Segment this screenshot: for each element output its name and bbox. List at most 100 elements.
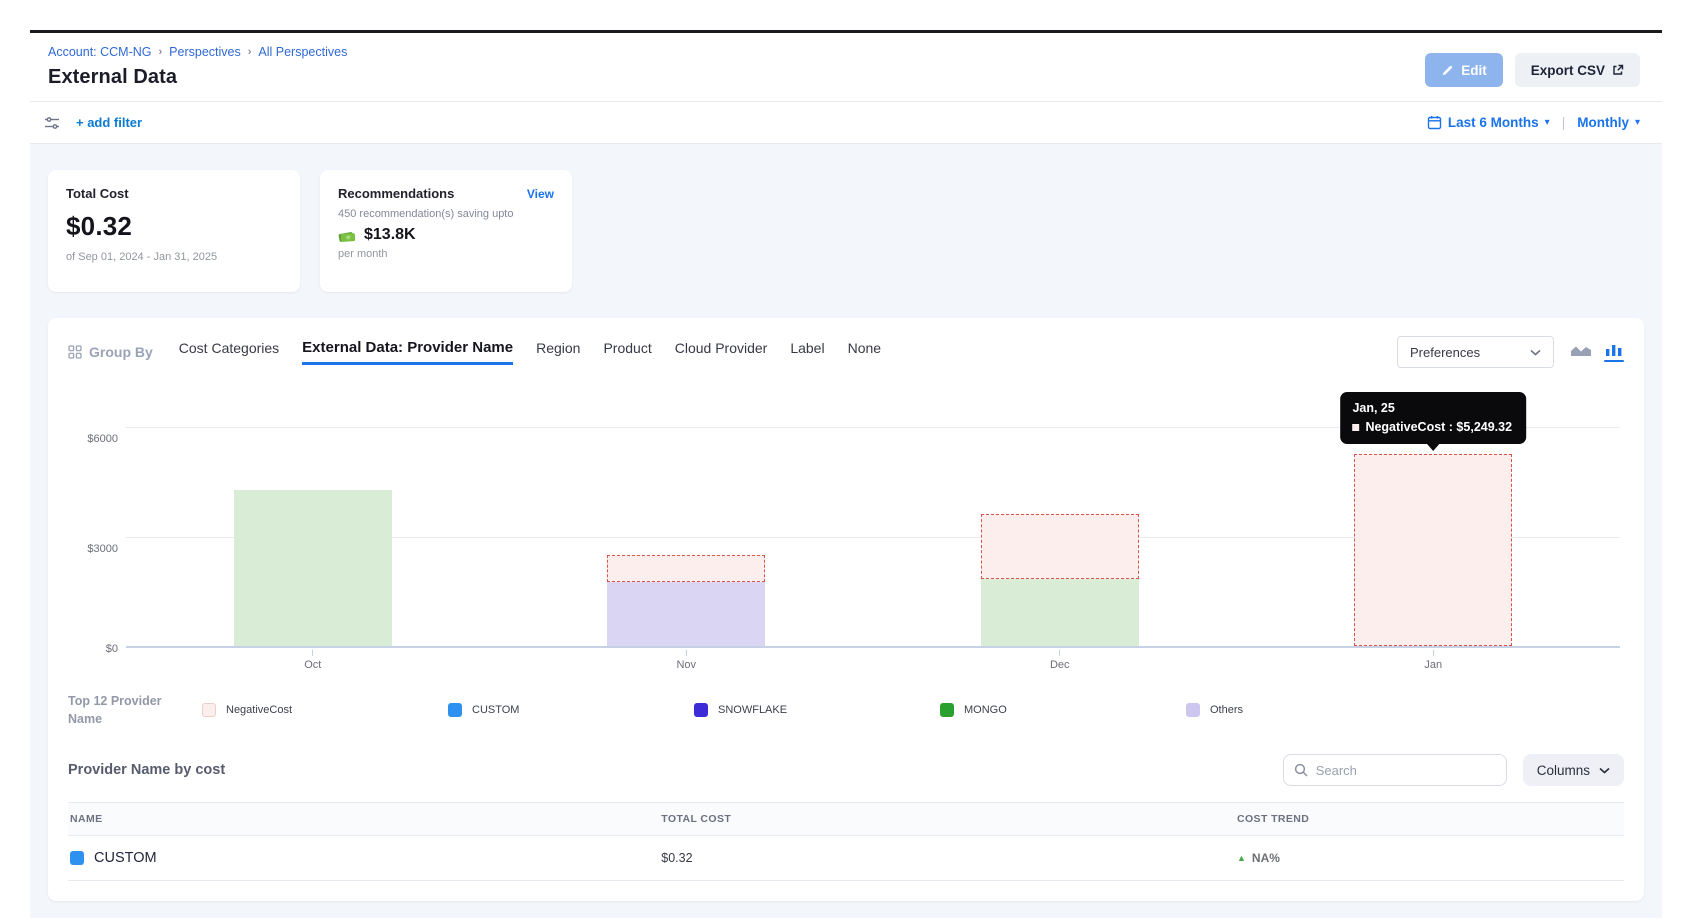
tab-region[interactable]: Region (536, 340, 580, 365)
money-icon (338, 228, 357, 243)
cost-chart: $6000 $3000 $0 Jan, 25 NegativeCost : $5… (68, 376, 1624, 678)
bar-nov-negativecost[interactable] (607, 555, 765, 582)
y-axis-label: $3000 (68, 543, 118, 555)
trend-up-icon: ▲ (1237, 853, 1246, 863)
separator: | (1562, 115, 1566, 130)
chart-x-labels: OctNovDecJan (126, 650, 1620, 678)
breadcrumb-account[interactable]: Account: CCM-NG (48, 45, 152, 59)
legend-swatch (448, 703, 462, 717)
preferences-dropdown[interactable]: Preferences (1397, 336, 1554, 368)
granularity-dropdown[interactable]: Monthly ▾ (1577, 115, 1640, 130)
total-cost-card: Total Cost $0.32 of Sep 01, 2024 - Jan 3… (48, 170, 300, 292)
x-axis-label-oct: Oct (126, 650, 500, 678)
groupby-tabs: Cost Categories External Data: Provider … (179, 339, 881, 365)
row-color-swatch (70, 851, 84, 865)
chevron-down-icon: ▾ (1545, 117, 1550, 128)
x-axis-label-nov: Nov (500, 650, 874, 678)
legend-swatch (1186, 703, 1200, 717)
external-link-icon (1612, 64, 1624, 76)
tab-cloud-provider[interactable]: Cloud Provider (675, 340, 768, 365)
bar-dec-negativecost[interactable] (981, 514, 1139, 579)
legend-item-others[interactable]: Others (1186, 703, 1432, 717)
column-chart-toggle-icon[interactable] (1604, 343, 1624, 362)
perspective-card: Group By Cost Categories External Data: … (48, 318, 1644, 901)
grid-icon (68, 345, 82, 359)
tooltip-series-marker (1352, 424, 1359, 431)
add-filter-button[interactable]: + add filter (76, 115, 142, 130)
chart-column-nov (500, 376, 874, 646)
recommendations-title: Recommendations (338, 186, 454, 201)
chevron-down-icon (1530, 349, 1541, 356)
recommendations-view-link[interactable]: View (527, 187, 554, 201)
area-chart-toggle-icon[interactable] (1570, 343, 1592, 362)
search-input[interactable] (1316, 763, 1496, 778)
page-title: External Data (48, 66, 347, 89)
total-cost-amount: $0.32 (66, 211, 282, 242)
filter-bar: + add filter Last 6 Months ▾ | Monthly ▾ (30, 101, 1662, 144)
groupby-row: Group By Cost Categories External Data: … (68, 336, 1624, 368)
tab-product[interactable]: Product (603, 340, 651, 365)
breadcrumb: Account: CCM-NG › Perspectives › All Per… (48, 45, 347, 59)
legend-swatch (940, 703, 954, 717)
content-area: Total Cost $0.32 of Sep 01, 2024 - Jan 3… (30, 144, 1662, 918)
legend-item-snowflake[interactable]: SNOWFLAKE (694, 703, 940, 717)
bar-jan-negativecost[interactable] (1354, 454, 1512, 646)
recommendations-subtitle: 450 recommendation(s) saving upto (338, 208, 554, 220)
tab-label[interactable]: Label (790, 340, 824, 365)
tab-cost-categories[interactable]: Cost Categories (179, 340, 279, 365)
bar-dec-mongo[interactable] (981, 579, 1139, 646)
provider-table-section: Provider Name by cost Columns (68, 754, 1624, 881)
y-axis-label: $0 (68, 643, 118, 655)
search-icon (1294, 763, 1308, 777)
filter-sliders-icon[interactable] (44, 116, 60, 130)
y-axis-label: $6000 (68, 433, 118, 445)
column-header-cost-trend[interactable]: COST TREND (1235, 803, 1624, 836)
legend-item-negativecost[interactable]: NegativeCost (202, 703, 448, 717)
breadcrumb-all-perspectives[interactable]: All Perspectives (258, 45, 347, 59)
edit-button[interactable]: Edit (1425, 53, 1503, 87)
tooltip-value: NegativeCost : $5,249.32 (1365, 420, 1512, 434)
export-csv-button[interactable]: Export CSV (1515, 53, 1640, 87)
bar-oct-mongo[interactable] (234, 490, 392, 646)
provider-table: NAME TOTAL COST COST TREND CUSTOM (68, 802, 1624, 881)
x-axis-label-jan: Jan (1247, 650, 1621, 678)
chart-tooltip: Jan, 25 NegativeCost : $5,249.32 (1340, 392, 1526, 444)
column-header-total-cost[interactable]: TOTAL COST (659, 803, 1235, 836)
row-cost-trend: NA% (1252, 851, 1280, 865)
table-row-custom[interactable]: CUSTOM $0.32 ▲ NA% (68, 836, 1624, 881)
row-total-cost: $0.32 (661, 851, 692, 865)
pencil-icon (1441, 64, 1454, 77)
legend-item-custom[interactable]: CUSTOM (448, 703, 694, 717)
total-cost-period: of Sep 01, 2024 - Jan 31, 2025 (66, 251, 282, 263)
app-window: Account: CCM-NG › Perspectives › All Per… (30, 30, 1662, 918)
column-header-name[interactable]: NAME (68, 803, 659, 836)
calendar-icon (1427, 115, 1442, 130)
breadcrumb-perspectives[interactable]: Perspectives (169, 45, 241, 59)
breadcrumb-separator: › (159, 46, 163, 58)
x-axis-label-dec: Dec (873, 650, 1247, 678)
breadcrumb-separator: › (248, 46, 252, 58)
recommendations-card: Recommendations View 450 recommendation(… (320, 170, 572, 292)
recommendations-savings: $13.8K (364, 226, 416, 244)
tab-external-data-provider-name[interactable]: External Data: Provider Name (302, 339, 513, 365)
groupby-label: Group By (68, 344, 153, 360)
tab-none[interactable]: None (848, 340, 881, 365)
page-header: Account: CCM-NG › Perspectives › All Per… (30, 33, 1662, 101)
chart-column-dec (873, 376, 1247, 646)
bar-nov-others[interactable] (607, 582, 765, 646)
row-provider-name: CUSTOM (94, 850, 157, 866)
chevron-down-icon (1599, 767, 1610, 774)
table-heading: Provider Name by cost (68, 762, 225, 778)
total-cost-title: Total Cost (66, 186, 282, 201)
columns-dropdown[interactable]: Columns (1523, 754, 1624, 786)
legend-title: Top 12 Provider Name (68, 692, 186, 728)
recommendations-cadence: per month (338, 248, 554, 260)
chart-legend: Top 12 Provider Name NegativeCost CUSTOM… (68, 678, 1624, 740)
chart-column-oct (126, 376, 500, 646)
date-range-dropdown[interactable]: Last 6 Months ▾ (1427, 115, 1550, 130)
tooltip-caret (1426, 443, 1440, 451)
chevron-down-icon: ▾ (1635, 117, 1640, 128)
tooltip-title: Jan, 25 (1352, 401, 1512, 415)
chart-plot: Jan, 25 NegativeCost : $5,249.32 (126, 376, 1620, 648)
legend-item-mongo[interactable]: MONGO (940, 703, 1186, 717)
